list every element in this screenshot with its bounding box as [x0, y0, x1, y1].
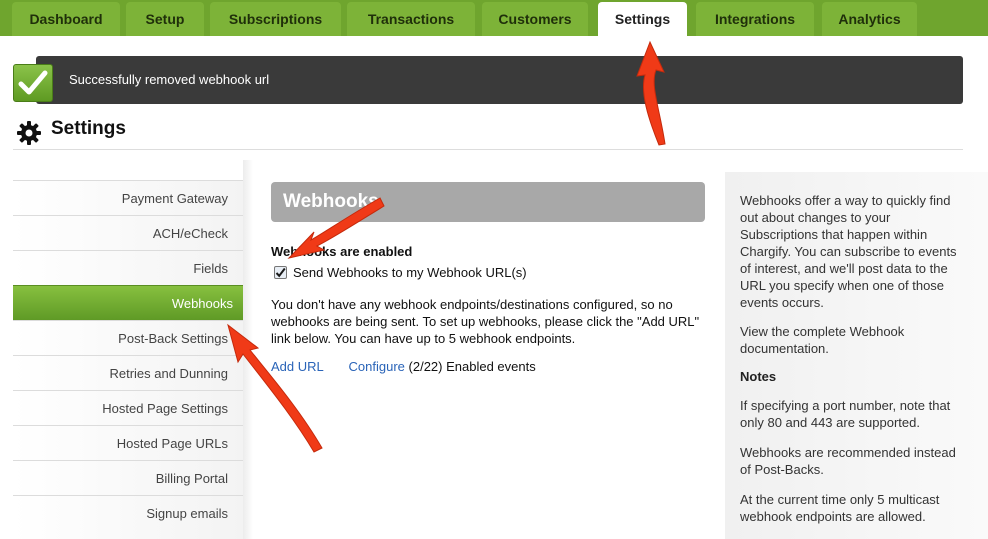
arrow-to-settings-tab-icon — [636, 40, 666, 146]
arrow-to-webhooks-sidebar-icon — [227, 323, 323, 453]
arrow-to-enabled-checkbox-icon — [287, 197, 385, 259]
annotation-arrows — [227, 40, 666, 453]
